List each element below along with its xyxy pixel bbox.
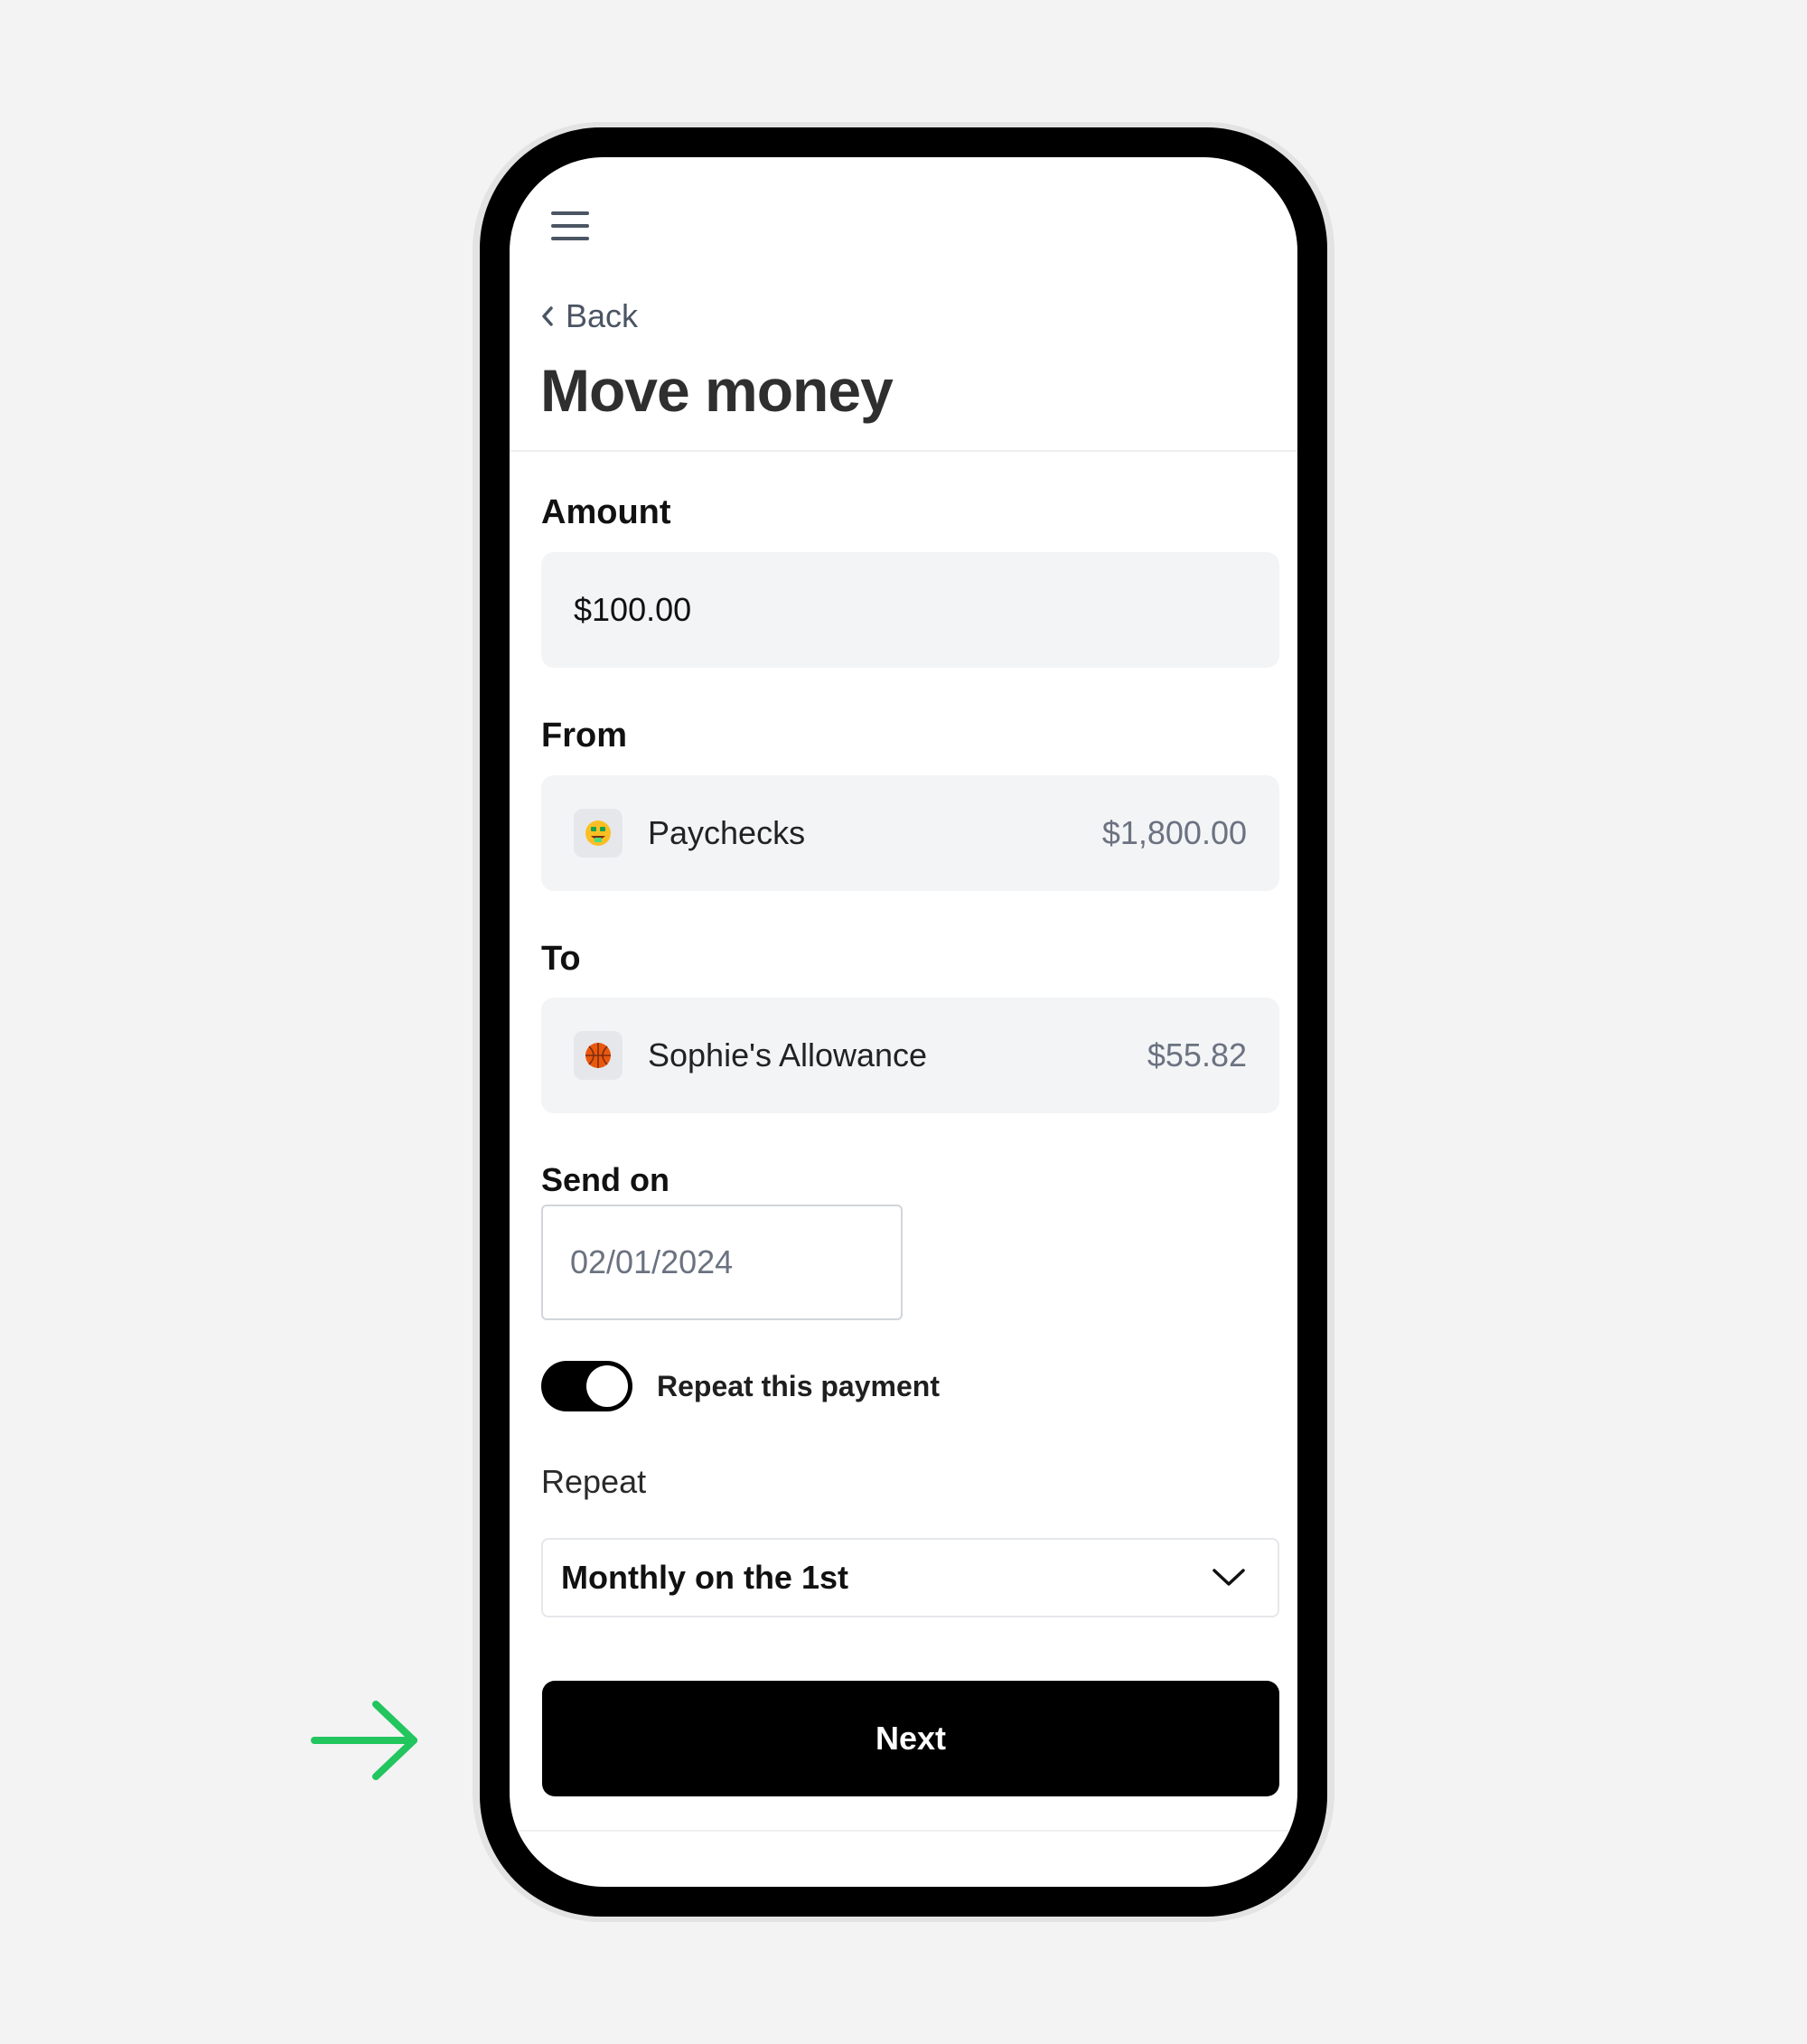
send-on-label: Send on [541,1161,669,1198]
phone-bezel: Back Move money Amount $100.00 From Payc… [480,127,1327,1917]
to-account-selector[interactable]: Sophie's Allowance $55.82 [541,998,1279,1113]
from-account-balance: $1,800.00 [1101,814,1247,851]
to-account-name: Sophie's Allowance [648,1036,928,1074]
repeat-payment-label: Repeat this payment [657,1370,940,1402]
send-on-date-input[interactable]: 02/01/2024 [541,1205,903,1320]
from-account-selector[interactable]: Paychecks $1,800.00 [541,775,1279,891]
hamburger-menu-icon[interactable] [551,211,591,244]
money-face-icon [574,809,623,858]
amount-value: $100.00 [574,591,692,628]
amount-label: Amount [541,493,671,531]
chevron-left-icon [542,306,553,326]
next-button[interactable]: Next [542,1681,1279,1796]
repeat-payment-toggle[interactable] [541,1361,632,1411]
page-title: Move money [540,357,894,424]
app-screen: Back Move money Amount $100.00 From Payc… [510,157,1297,1887]
repeat-frequency-value: Monthly on the 1st [561,1559,848,1596]
from-account-name: Paychecks [648,814,806,851]
to-label: To [541,940,581,978]
from-label: From [541,717,627,755]
toggle-knob [586,1365,628,1407]
amount-field[interactable]: $100.00 [541,552,1279,668]
to-account-balance: $55.82 [1147,1036,1247,1074]
back-label: Back [566,297,639,334]
chevron-down-icon [1212,1569,1245,1586]
header-divider [510,450,1297,452]
repeat-frequency-select[interactable]: Monthly on the 1st [541,1538,1279,1617]
repeat-label: Repeat [541,1463,647,1500]
green-arrow-right-icon [311,1701,417,1780]
basketball-icon [574,1031,623,1080]
back-link[interactable]: Back [538,297,639,334]
phone-frame: Back Move money Amount $100.00 From Payc… [473,122,1334,1922]
footer-divider [510,1830,1297,1832]
